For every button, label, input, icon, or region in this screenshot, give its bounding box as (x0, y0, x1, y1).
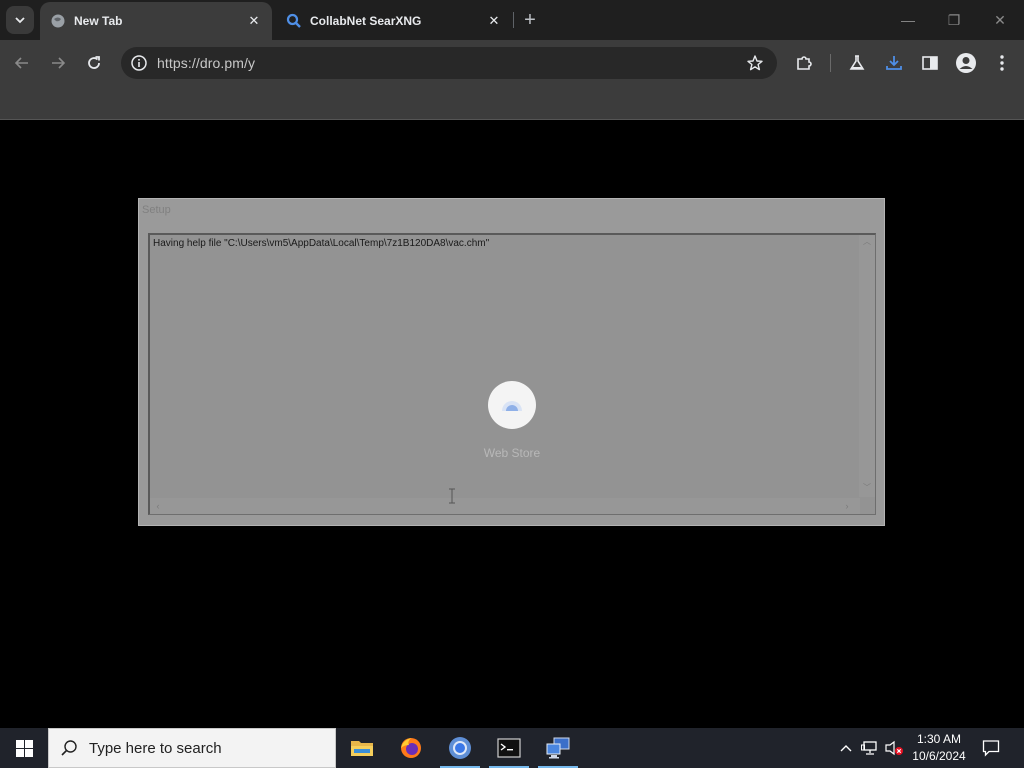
address-bar[interactable]: https://dro.pm/y (121, 47, 777, 79)
chrome-icon (449, 737, 471, 759)
tab-search-button[interactable] (6, 6, 34, 34)
loading-label: Web Store (483, 446, 541, 460)
firefox-icon (401, 738, 421, 758)
labs-button[interactable] (845, 51, 869, 75)
taskbar-file-explorer[interactable] (338, 728, 386, 768)
network-tray-button[interactable] (860, 738, 880, 758)
close-window-button[interactable]: ✕ (977, 0, 1023, 40)
side-panel-button[interactable] (918, 51, 942, 75)
taskbar-firefox[interactable] (387, 728, 435, 768)
reload-icon (88, 56, 100, 69)
search-icon (49, 739, 89, 757)
avatar-icon (956, 53, 976, 73)
puzzle-icon (797, 56, 812, 70)
profile-button[interactable] (954, 51, 978, 75)
browser-toolbar: https://dro.pm/y (0, 40, 1024, 86)
forward-button[interactable] (44, 49, 72, 77)
terminal-icon (497, 738, 521, 758)
taskbar: Type here to search 1:30 AM 10/6/2024 (0, 728, 1024, 768)
kebab-menu-icon (1000, 55, 1004, 71)
start-button[interactable] (0, 728, 48, 768)
volume-tray-button[interactable] (884, 738, 904, 758)
clock-time: 1:30 AM (916, 732, 962, 746)
search-icon (286, 13, 302, 29)
setup-log-textarea[interactable]: Having help file "C:\Users\vm5\AppData\L… (148, 233, 876, 515)
extensions-button[interactable] (792, 51, 816, 75)
setup-log-text: Having help file "C:\Users\vm5\AppData\L… (153, 238, 490, 249)
scroll-right-icon[interactable]: › (842, 501, 852, 511)
close-icon[interactable]: ✕ (246, 13, 262, 29)
show-hidden-icons-button[interactable] (836, 738, 856, 758)
volume-muted-icon (885, 740, 903, 756)
search-placeholder: Type here to search (89, 739, 222, 757)
menu-button[interactable] (990, 51, 1014, 75)
chevron-down-icon (15, 17, 25, 24)
taskbar-clock[interactable]: 1:30 AM 10/6/2024 (906, 731, 972, 765)
reload-button[interactable] (80, 49, 108, 77)
minimize-button[interactable]: — (885, 0, 931, 40)
tab-title: New Tab (74, 14, 123, 28)
horizontal-scrollbar[interactable]: ‹ › (150, 498, 860, 514)
network-icon (861, 741, 877, 755)
back-button[interactable] (8, 49, 36, 77)
tab-collabnet-searxng[interactable]: CollabNet SearXNG ✕ (276, 2, 512, 40)
network-computer-icon (546, 737, 570, 759)
download-icon (886, 56, 902, 70)
taskbar-terminal[interactable] (485, 728, 533, 768)
windows-logo-icon (15, 739, 33, 757)
side-panel-icon (922, 56, 938, 70)
bookmarks-bar (0, 86, 1024, 120)
folder-icon (351, 741, 373, 756)
scroll-down-icon[interactable]: ﹀ (862, 483, 872, 493)
restore-button[interactable]: ❐ (931, 0, 977, 40)
tab-strip: New Tab ✕ CollabNet SearXNG ✕ + — ❐ ✕ (0, 0, 1024, 40)
new-tab-button[interactable]: + (518, 8, 542, 32)
setup-dialog: Setup Having help file "C:\Users\vm5\App… (138, 198, 885, 526)
chevron-up-icon (840, 745, 852, 752)
dialog-title: Setup (142, 204, 171, 216)
arrow-left-icon (14, 57, 28, 69)
scroll-left-icon[interactable]: ‹ (153, 501, 163, 511)
url-text[interactable]: https://dro.pm/y (157, 55, 255, 71)
notification-icon (982, 740, 1000, 757)
downloads-button[interactable] (882, 51, 906, 75)
taskbar-search-box[interactable]: Type here to search (48, 728, 336, 768)
close-icon[interactable]: ✕ (486, 13, 502, 29)
taskbar-network-app[interactable] (534, 728, 582, 768)
text-cursor-icon (449, 488, 455, 504)
bookmark-star-icon[interactable] (745, 53, 765, 73)
tab-separator (513, 12, 514, 28)
clock-date: 10/6/2024 (912, 749, 966, 763)
globe-icon (50, 13, 66, 29)
tab-new-tab[interactable]: New Tab ✕ (40, 2, 272, 40)
vertical-scrollbar[interactable]: ︿ ﹀ (859, 235, 875, 497)
notification-center-button[interactable] (978, 736, 1004, 760)
toolbar-separator (830, 54, 831, 72)
web-store-icon (488, 381, 536, 429)
flask-icon (849, 55, 865, 70)
scroll-up-icon[interactable]: ︿ (862, 237, 872, 247)
site-info-icon[interactable] (129, 53, 149, 73)
taskbar-chrome[interactable] (436, 728, 484, 768)
tab-title: CollabNet SearXNG (310, 14, 422, 28)
arrow-right-icon (52, 57, 66, 69)
